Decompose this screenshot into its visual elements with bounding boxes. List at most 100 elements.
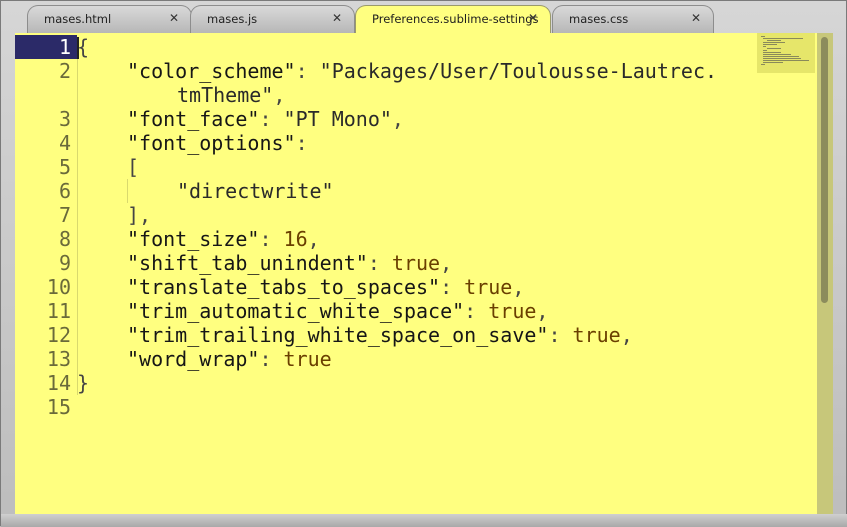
- separator: :: [259, 347, 284, 371]
- comma: ,: [273, 83, 286, 107]
- close-icon[interactable]: ✕: [691, 11, 701, 25]
- separator: :: [440, 275, 465, 299]
- minimap-line: [763, 62, 783, 63]
- minimap-line: [763, 52, 781, 53]
- line-number: 5: [58, 155, 71, 179]
- setting-value: true: [488, 299, 537, 323]
- setting-key: "word_wrap": [127, 347, 260, 371]
- minimap-line: [763, 46, 766, 47]
- indent-guide: [127, 179, 128, 203]
- minimap-line: [763, 54, 791, 55]
- tab-label: mases.css: [569, 12, 629, 26]
- line-number: 2: [58, 59, 71, 83]
- setting-key: "color_scheme": [127, 59, 296, 83]
- setting-key: "trim_automatic_white_space": [127, 299, 465, 323]
- line-number: 8: [58, 227, 71, 251]
- comma: ,: [512, 275, 525, 299]
- code-line: "trim_automatic_white_space": true,: [127, 299, 548, 323]
- tab-bar: mases.html ✕ mases.js ✕ mases.css ✕ Pref…: [1, 1, 847, 33]
- comma: ,: [620, 323, 633, 347]
- tab-preferences-sublime-settings[interactable]: Preferences.sublime-settings ✕: [355, 5, 551, 33]
- comma: ,: [391, 107, 404, 131]
- setting-value: 16: [283, 227, 308, 251]
- line-number: 14: [46, 371, 71, 395]
- minimap-line: [763, 42, 785, 43]
- tab-label: mases.js: [207, 12, 258, 26]
- close-icon[interactable]: ✕: [528, 11, 538, 25]
- code-line: "font_size": 16,: [127, 227, 320, 251]
- editor-window: mases.html ✕ mases.js ✕ mases.css ✕ Pref…: [0, 0, 847, 527]
- line-number: 4: [58, 131, 71, 155]
- code-line: }: [77, 371, 89, 395]
- code-line: "font_options":: [127, 131, 308, 155]
- line-number: 7: [58, 203, 71, 227]
- minimap-line: [763, 50, 767, 51]
- minimap-line: [763, 44, 777, 45]
- code-line: "word_wrap": true: [127, 347, 332, 371]
- separator: :: [295, 59, 320, 83]
- line-number: 15: [46, 395, 71, 419]
- tab-mases-html[interactable]: mases.html ✕: [27, 5, 192, 33]
- setting-value: true: [464, 275, 513, 299]
- comma: ,: [536, 299, 549, 323]
- tab-label: mases.html: [44, 12, 112, 26]
- separator: :: [295, 131, 308, 155]
- minimap[interactable]: [757, 33, 815, 73]
- separator: :: [464, 299, 489, 323]
- line-number: 9: [58, 251, 71, 275]
- vertical-scrollbar[interactable]: [817, 33, 833, 514]
- setting-value: "directwrite": [177, 179, 334, 203]
- code-line: "font_face": "PT Mono",: [127, 107, 404, 131]
- minimap-line: [763, 56, 799, 57]
- setting-key: "font_face": [127, 107, 260, 131]
- minimap-line: [761, 36, 765, 37]
- code-line: "directwrite": [177, 179, 334, 203]
- window-bottom-edge: [1, 514, 847, 527]
- setting-key: "font_size": [127, 227, 260, 251]
- scrollbar-thumb[interactable]: [821, 37, 828, 303]
- setting-value: true: [283, 347, 332, 371]
- code-line-wrapped: tmTheme",: [177, 83, 285, 107]
- separator: :: [259, 227, 284, 251]
- setting-value: "Packages/User/Toulousse-Lautrec.: [319, 59, 718, 83]
- line-number: 1: [58, 35, 71, 59]
- line-number: 10: [46, 275, 71, 299]
- setting-value: true: [391, 251, 441, 275]
- code-line: "trim_trailing_white_space_on_save": tru…: [127, 323, 633, 347]
- tab-mases-js[interactable]: mases.js ✕: [190, 5, 355, 33]
- separator: :: [367, 251, 392, 275]
- setting-value: "PT Mono": [283, 107, 392, 131]
- close-icon[interactable]: ✕: [332, 11, 342, 25]
- line-number: 13: [46, 347, 71, 371]
- line-number: 11: [46, 299, 71, 323]
- separator: :: [259, 107, 284, 131]
- code-line: "translate_tabs_to_spaces": true,: [127, 275, 524, 299]
- tab-label: Preferences.sublime-settings: [372, 12, 539, 26]
- line-number: 12: [46, 323, 71, 347]
- minimap-line: [761, 64, 765, 65]
- code-line: "shift_tab_unindent": true,: [127, 251, 452, 275]
- setting-value: true: [572, 323, 621, 347]
- minimap-line: [763, 58, 801, 59]
- minimap-line: [767, 40, 781, 41]
- code-line: ],: [127, 203, 151, 227]
- tab-mases-css[interactable]: mases.css ✕: [552, 5, 714, 33]
- code-line: "color_scheme": "Packages/User/Toulousse…: [127, 59, 717, 83]
- indent-guide: [77, 59, 78, 395]
- minimap-line: [763, 60, 809, 61]
- close-icon[interactable]: ✕: [169, 11, 179, 25]
- setting-key: "translate_tabs_to_spaces": [127, 275, 441, 299]
- separator: :: [548, 323, 573, 347]
- comma: ,: [440, 251, 453, 275]
- bracket-open: [: [127, 155, 140, 179]
- line-number: 6: [58, 179, 71, 203]
- minimap-line: [763, 38, 803, 39]
- brace-close: }: [77, 371, 90, 395]
- text-caret: [77, 37, 79, 59]
- setting-key: "shift_tab_unindent": [127, 251, 368, 275]
- setting-value: tmTheme": [177, 83, 274, 107]
- comma: ,: [307, 227, 320, 251]
- line-number: 3: [58, 107, 71, 131]
- setting-key: "trim_trailing_white_space_on_save": [127, 323, 549, 347]
- code-editor[interactable]: 1 2 3 4 5 6 7 8 9 10 11 12 13 14 15 { "c…: [15, 33, 833, 514]
